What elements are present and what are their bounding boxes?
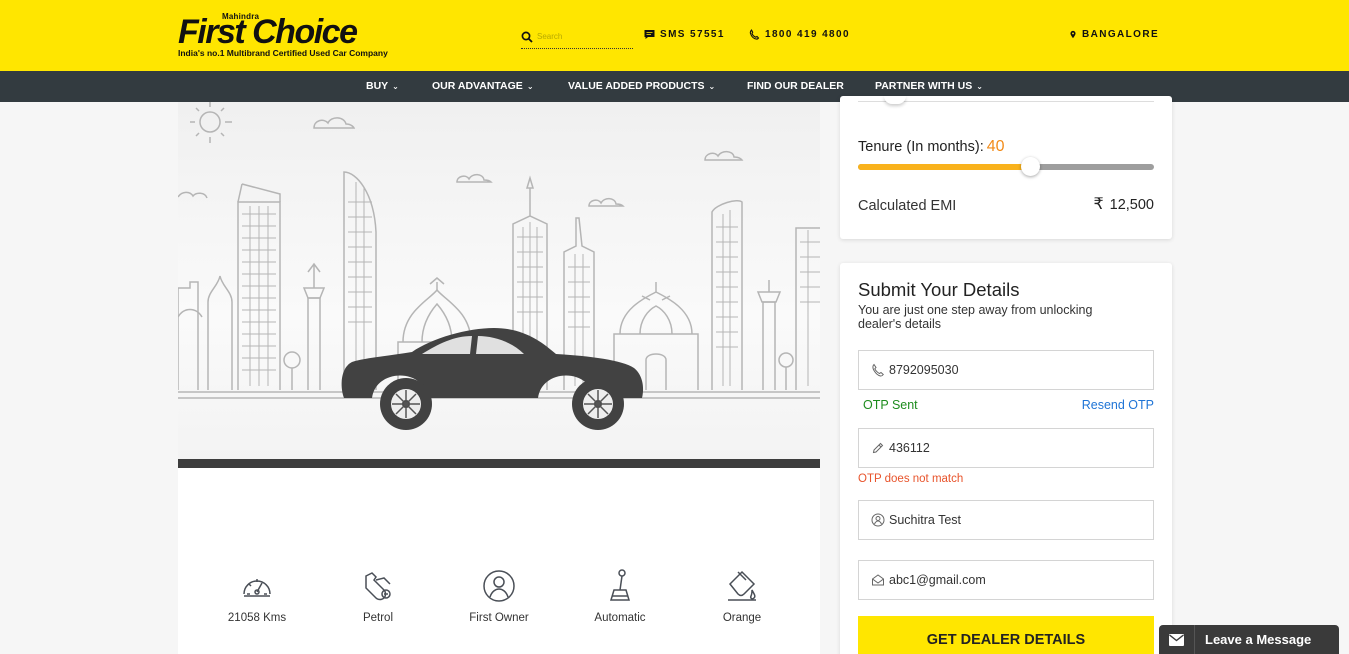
nav-label: VALUE ADDED PRODUCTS [568,80,705,92]
spec-transmission: Automatic [570,568,670,624]
emi-calculator-card: Tenure (In months): 40 Calculated EMI ₹12… [840,96,1172,239]
chevron-down-icon: ⌄ [708,82,716,91]
spec-label: Petrol [362,612,394,624]
sms-icon [644,30,655,39]
paint-bucket-icon [728,570,756,601]
logo-brand-small: Mahindra [222,12,260,21]
emi-label: Calculated EMI [858,198,957,214]
otp-field[interactable] [858,428,1154,468]
brand-logo[interactable]: First Choice Mahindra India's no.1 Multi… [178,10,390,60]
nav-item-buy[interactable]: BUY ⌄ [366,71,399,102]
get-dealer-details-button[interactable]: GET DEALER DETAILS [858,616,1154,654]
spec-label: Automatic [594,612,646,624]
phone-input[interactable] [889,363,1139,377]
nav-label: OUR ADVANTAGE [432,80,523,92]
submit-details-card: Submit Your Details You are just one ste… [840,263,1172,654]
speedometer-icon [243,579,271,597]
city-selector[interactable]: BANGALORE [1069,29,1159,40]
envelope-icon [1159,625,1195,654]
phone-number: 1800 419 4800 [765,29,850,40]
spec-label: 21058 Kms [227,612,287,624]
envelope-icon [872,574,884,586]
resend-otp-link[interactable]: Resend OTP [1082,398,1154,412]
logo-wordmark: First Choice [178,13,358,51]
image-caption-bar [178,459,820,468]
top-header: First Choice Mahindra India's no.1 Multi… [0,0,1349,71]
details-title: Submit Your Details [858,279,1020,300]
car-specs: 21058 Kms Petrol First Owner Automatic O… [178,468,820,654]
rupee-icon: ₹ [1093,196,1104,213]
car-hero-image [178,102,820,460]
tenure-slider[interactable] [858,157,1154,176]
phone-link[interactable]: 1800 419 4800 [749,29,850,40]
emi-amount: 12,500 [1109,197,1154,213]
nav-item-our-advantage[interactable]: OUR ADVANTAGE ⌄ [432,71,534,102]
tenure-value: 40 [986,138,1005,155]
gear-shift-icon [609,569,631,601]
fuel-pump-icon [365,572,391,601]
tenure-slider-handle[interactable] [1020,157,1040,176]
owner-icon [483,570,515,602]
spec-label: Orange [722,612,762,624]
nav-label: FIND OUR DEALER [747,80,844,92]
nav-label: BUY [366,80,389,92]
search-icon[interactable] [521,31,533,43]
spec-color: Orange [692,568,792,624]
logo-tagline: India's no.1 Multibrand Certified Used C… [178,48,388,58]
search-input[interactable] [537,32,627,41]
previous-slider-thumb[interactable] [884,96,906,104]
name-input[interactable] [889,513,1139,527]
tenure-slider-fill [858,164,1030,170]
search-box [521,25,633,49]
spec-kms: 21058 Kms [207,568,307,624]
tenure-label-text: Tenure (In months): [858,139,984,155]
city-skyline-illustration [178,102,820,430]
otp-error-message: OTP does not match [858,473,964,485]
city-name: BANGALORE [1082,29,1160,40]
spec-owner: First Owner [449,568,549,624]
user-icon [871,513,885,527]
otp-sent-status: OTP Sent [863,398,918,412]
nav-item-find-our-dealer[interactable]: FIND OUR DEALER [747,71,844,102]
email-field[interactable] [858,560,1154,600]
spec-fuel: Petrol [328,568,428,624]
leave-message-widget[interactable]: Leave a Message [1159,625,1339,654]
chevron-down-icon: ⌄ [392,82,399,91]
nav-item-value-added-products[interactable]: VALUE ADDED PRODUCTS ⌄ [568,71,715,102]
name-field[interactable] [858,500,1154,540]
emi-value: ₹12,500 [1093,194,1154,214]
phone-field[interactable] [858,350,1154,390]
sms-link[interactable]: SMS 57551 [644,29,725,40]
phone-icon [749,29,760,40]
details-subtitle: You are just one step away from unlockin… [858,303,1093,331]
pencil-icon [872,442,884,454]
email-input[interactable] [889,573,1139,587]
chevron-down-icon: ⌄ [526,82,534,91]
leave-message-label: Leave a Message [1205,632,1312,647]
phone-icon [872,363,884,377]
sms-number: SMS 57551 [660,29,725,40]
otp-input[interactable] [889,441,1139,455]
spec-label: First Owner [469,612,529,624]
tenure-label: Tenure (In months): 40 [858,138,1005,156]
nav-label: PARTNER WITH US [875,80,973,92]
location-pin-icon [1070,30,1076,39]
